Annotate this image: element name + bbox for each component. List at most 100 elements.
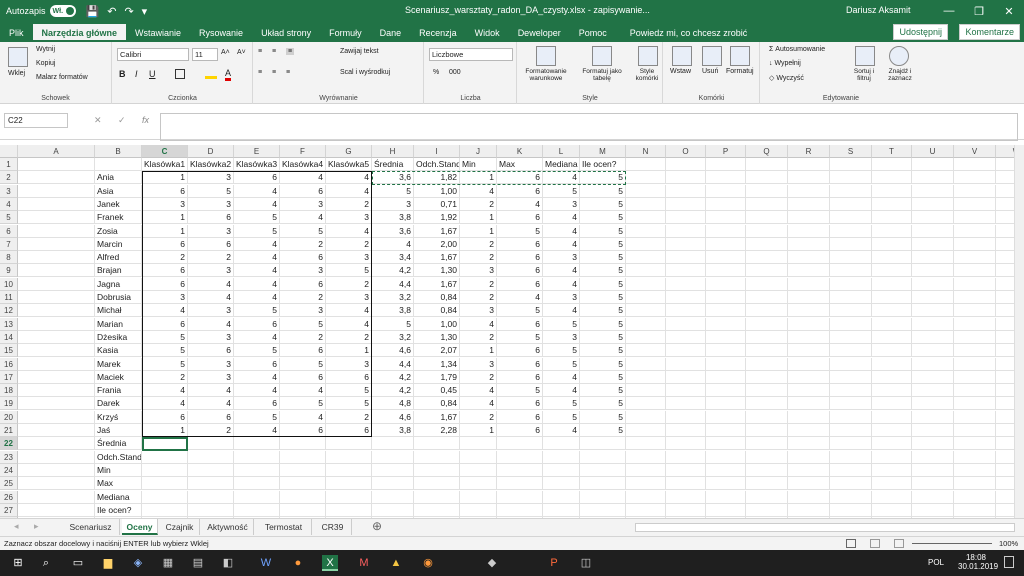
column-header-F[interactable]: F	[280, 145, 326, 158]
cell[interactable]: 4	[188, 397, 234, 411]
cell[interactable]: 5	[580, 184, 626, 198]
cell-empty[interactable]	[996, 344, 1014, 358]
cell-empty[interactable]	[830, 304, 872, 318]
cell[interactable]: 1,67	[414, 224, 460, 238]
cell-empty[interactable]	[188, 503, 234, 517]
excel-icon[interactable]: X	[322, 555, 338, 571]
cell-empty[interactable]	[872, 437, 912, 451]
cell[interactable]: 2	[142, 370, 188, 384]
cell-empty[interactable]	[830, 370, 872, 384]
cell-empty[interactable]	[788, 277, 830, 291]
cell-empty[interactable]	[872, 424, 912, 437]
cell-empty[interactable]	[666, 410, 706, 424]
cell[interactable]: Ile ocen?	[580, 158, 626, 171]
cell-empty[interactable]	[872, 477, 912, 491]
cell-empty[interactable]	[788, 317, 830, 331]
tab-9[interactable]: Deweloper	[509, 24, 570, 42]
cell[interactable]: 5	[580, 251, 626, 265]
cell-empty[interactable]	[830, 477, 872, 491]
cell-empty[interactable]	[706, 490, 746, 504]
cell[interactable]: Krzyś	[95, 410, 142, 424]
cell-empty[interactable]	[872, 357, 912, 371]
cell[interactable]: 1	[460, 171, 497, 185]
align-bottom-icon[interactable]: ≡	[286, 48, 295, 55]
cell[interactable]: 3	[188, 330, 234, 344]
cell[interactable]: Kasia	[95, 344, 142, 358]
cell[interactable]: 5	[580, 330, 626, 344]
cell[interactable]: 6	[497, 397, 543, 411]
cell-empty[interactable]	[706, 291, 746, 304]
cell-empty[interactable]	[326, 437, 372, 451]
cell-empty[interactable]	[746, 503, 788, 517]
cell[interactable]: 4	[543, 384, 580, 398]
cell[interactable]: 6	[497, 357, 543, 371]
column-header-V[interactable]: V	[954, 145, 996, 158]
cell[interactable]: 4	[326, 317, 372, 331]
cell-empty[interactable]	[872, 463, 912, 477]
row-header-24[interactable]: 24	[0, 463, 18, 477]
cell[interactable]: 4,6	[372, 410, 414, 424]
cell-empty[interactable]	[460, 503, 497, 517]
cell-empty[interactable]	[626, 370, 666, 384]
bold-button[interactable]: B	[119, 69, 126, 79]
cell[interactable]: 4	[188, 384, 234, 398]
cell[interactable]: 6	[188, 344, 234, 358]
format-as-table-button[interactable]: Formatuj jako tabelę	[576, 68, 628, 82]
cell-empty[interactable]	[326, 477, 372, 491]
cell-empty[interactable]	[830, 330, 872, 344]
format-as-table-icon[interactable]	[592, 46, 612, 66]
cell-empty[interactable]	[626, 463, 666, 477]
cell-empty[interactable]	[460, 450, 497, 464]
clear-button[interactable]: ◇ Wyczyść	[769, 74, 804, 82]
cell-empty[interactable]	[18, 477, 95, 491]
cell[interactable]: 4,4	[372, 277, 414, 291]
clock[interactable]: 18:08 30.01.2019	[958, 553, 998, 571]
cell[interactable]: 1	[326, 344, 372, 358]
cell-empty[interactable]	[872, 211, 912, 225]
cell-empty[interactable]	[872, 197, 912, 211]
cell[interactable]: 3	[543, 291, 580, 304]
cell-empty[interactable]	[142, 477, 188, 491]
cell-empty[interactable]	[746, 291, 788, 304]
app-icon-1[interactable]: ◈	[130, 555, 146, 571]
cell-empty[interactable]	[954, 370, 996, 384]
cell-empty[interactable]	[912, 370, 954, 384]
notifications-icon[interactable]	[1004, 556, 1014, 568]
cell[interactable]: 5	[326, 397, 372, 411]
cell-empty[interactable]	[830, 277, 872, 291]
cell-empty[interactable]	[872, 384, 912, 398]
cell-empty[interactable]	[497, 503, 543, 517]
cell-empty[interactable]	[18, 384, 95, 398]
cell[interactable]: 5	[580, 171, 626, 185]
cell-empty[interactable]	[788, 490, 830, 504]
cell-empty[interactable]	[996, 491, 1014, 504]
cell-empty[interactable]	[954, 424, 996, 437]
cell[interactable]: 4	[460, 384, 497, 398]
cell-empty[interactable]	[830, 397, 872, 411]
cell-empty[interactable]	[372, 503, 414, 517]
cell-empty[interactable]	[706, 317, 746, 331]
row-header-20[interactable]: 20	[0, 410, 18, 424]
cell-empty[interactable]	[830, 237, 872, 251]
cell-empty[interactable]	[872, 344, 912, 358]
cell-empty[interactable]	[280, 490, 326, 504]
tab-1[interactable]: Narzędzia główne	[32, 24, 127, 42]
cell[interactable]: 4	[234, 330, 280, 344]
cell[interactable]: 6	[234, 171, 280, 185]
cell-empty[interactable]	[280, 437, 326, 451]
cell[interactable]: 1,67	[414, 251, 460, 265]
cell[interactable]: 4	[326, 304, 372, 318]
cell-empty[interactable]	[666, 197, 706, 211]
cell[interactable]: 6	[326, 424, 372, 437]
cell-empty[interactable]	[543, 463, 580, 477]
save-icon[interactable]: 💾	[86, 5, 100, 18]
cell-empty[interactable]	[954, 344, 996, 358]
cell-empty[interactable]	[706, 237, 746, 251]
firefox-icon[interactable]: ●	[290, 555, 306, 571]
cell-empty[interactable]	[626, 158, 666, 171]
row-header-7[interactable]: 7	[0, 237, 18, 251]
cell-empty[interactable]	[666, 384, 706, 398]
cell-empty[interactable]	[746, 344, 788, 358]
cell[interactable]: 4	[280, 410, 326, 424]
cell-empty[interactable]	[18, 410, 95, 424]
